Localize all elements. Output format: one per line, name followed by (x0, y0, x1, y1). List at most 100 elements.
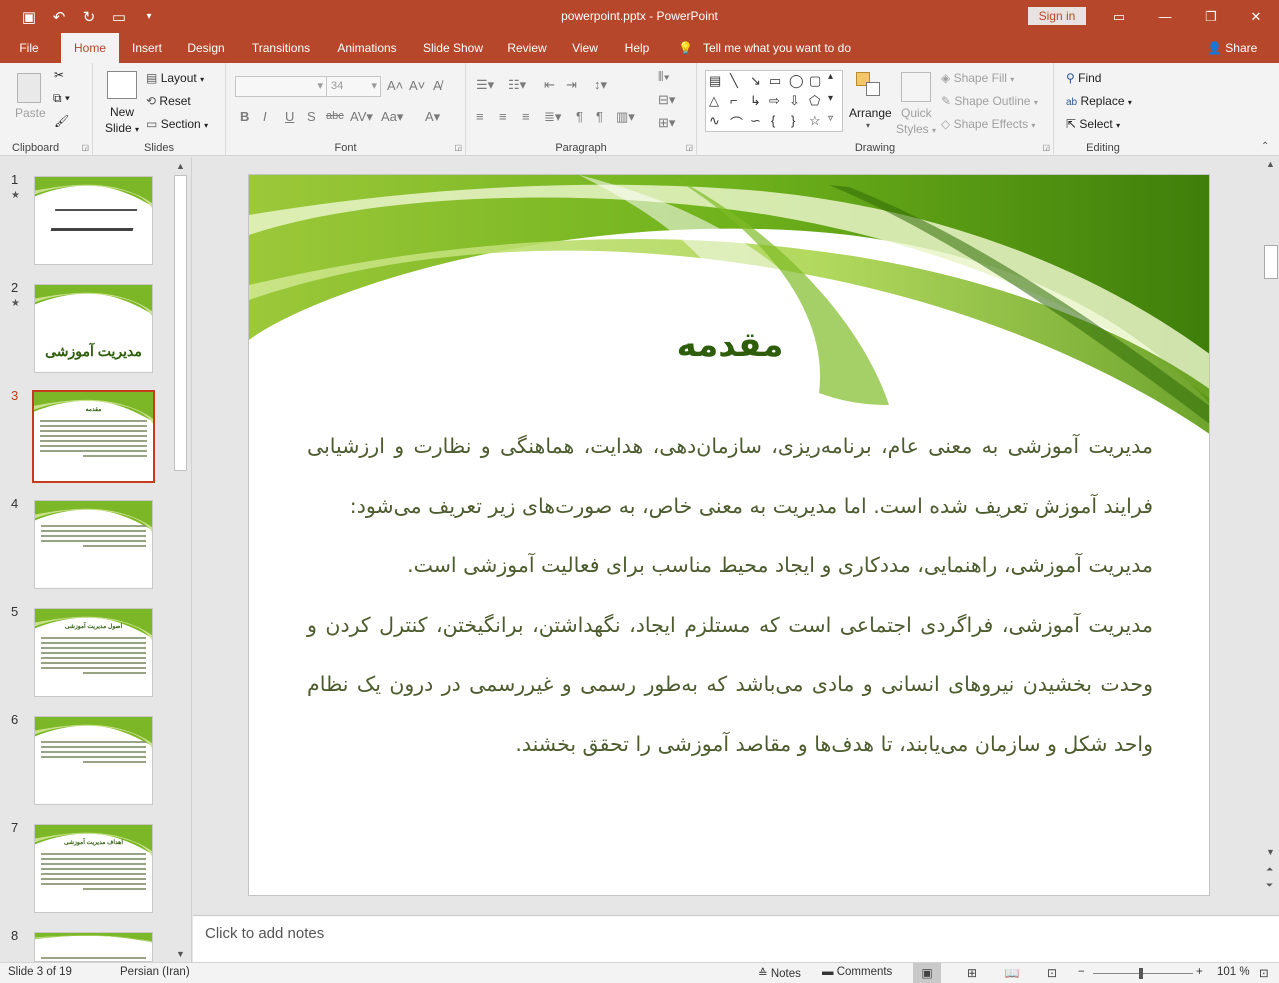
minimize-button[interactable]: — (1142, 0, 1188, 33)
increase-indent-icon[interactable]: ⇥ (566, 77, 577, 93)
slide-thumbnail[interactable]: اهداف مدیریت آموزشی (34, 824, 153, 913)
slide-sorter-icon[interactable]: ⊞ (958, 963, 986, 983)
thumbnails-scrollbar[interactable]: ▲ ▼ (173, 161, 188, 961)
font-launcher-icon[interactable]: ◲ (454, 143, 462, 152)
align-left-icon[interactable]: ≡ (476, 109, 484, 124)
curve-shape-icon[interactable]: ∽ (750, 113, 761, 129)
font-name-combo[interactable]: ▾ (235, 76, 327, 97)
previous-slide-icon[interactable]: ⏶ (1266, 864, 1273, 875)
layout-button[interactable]: ▤ Layout ▾ (146, 71, 204, 85)
section-button[interactable]: ▭ Section ▾ (146, 117, 208, 131)
slide-thumbnail[interactable] (34, 176, 153, 265)
rounded-rect-shape-icon[interactable]: ▢ (809, 73, 821, 89)
share-button[interactable]: 👤 Share (1207, 33, 1257, 63)
reading-view-icon[interactable]: 📖 (998, 963, 1026, 983)
notes-toggle[interactable]: ≙ Notes (758, 966, 801, 980)
language-indicator[interactable]: Persian (Iran) (120, 966, 190, 978)
zoom-slider-thumb[interactable] (1139, 968, 1143, 979)
slide-canvas[interactable]: مقدمه مدیریت آموزشی به معنی عام، برنامه‌… (248, 174, 1210, 896)
maximize-button[interactable]: ❐ (1188, 0, 1234, 33)
rtl-icon[interactable]: ¶ (596, 109, 603, 124)
paste-icon[interactable] (17, 73, 41, 103)
drawing-launcher-icon[interactable]: ◲ (1042, 143, 1050, 152)
italic-icon[interactable]: I (263, 109, 267, 124)
shadow-icon[interactable]: S (307, 109, 316, 124)
change-case-icon[interactable]: Aa▾ (381, 109, 403, 125)
zoom-out-button[interactable]: − (1078, 966, 1085, 978)
columns-icon[interactable]: ▥▾ (616, 109, 635, 125)
shape-effects-button[interactable]: ◇ Shape Effects ▾ (941, 117, 1035, 131)
slide-title[interactable]: مقدمه (249, 325, 1209, 365)
notes-pane[interactable]: Click to add notes (193, 915, 1279, 962)
ribbon-display-options-icon[interactable]: ▭ (1096, 0, 1142, 33)
star-shape-icon[interactable]: ☆ (809, 113, 821, 129)
shrink-font-icon[interactable]: A˅ (409, 78, 425, 93)
quick-styles-button[interactable]: Styles ▾ (896, 122, 936, 136)
slide-show-icon[interactable]: ⊡ (1038, 963, 1066, 983)
shapes-gallery[interactable]: ▤ ╲ ↘ ▭ ◯ ▢ △ ⌐ ↳ ⇨ ⇩ ⬠ ∿ ⌒ ∽ { } ☆ ▴ ▾ … (705, 70, 843, 132)
slide-thumbnail[interactable] (34, 932, 153, 962)
replace-button[interactable]: ab Replace ▾ (1066, 94, 1132, 108)
character-spacing-icon[interactable]: AV▾ (350, 109, 373, 125)
slide-thumbnail[interactable] (34, 500, 153, 589)
align-right-icon[interactable]: ≡ (522, 109, 530, 124)
smartart-icon[interactable]: ⊞▾ (658, 115, 675, 131)
tab-transitions[interactable]: Transitions (244, 33, 318, 63)
scroll-down-icon[interactable]: ▼ (1266, 847, 1275, 857)
freeform-shape-icon[interactable]: ∿ (709, 113, 720, 129)
arrow-shape-icon[interactable]: ↘ (750, 73, 761, 89)
arc-shape-icon[interactable]: ⌒ (730, 113, 743, 132)
text-direction-icon[interactable]: ⫴▾ (658, 69, 670, 85)
close-button[interactable]: ✕ (1233, 0, 1279, 33)
cut-icon[interactable]: ✂ (54, 68, 64, 82)
textbox-shape-icon[interactable]: ▤ (709, 73, 721, 89)
zoom-level[interactable]: 101 % (1217, 966, 1250, 978)
sign-in-button[interactable]: Sign in (1028, 7, 1086, 25)
justify-icon[interactable]: ≣▾ (544, 109, 561, 125)
scroll-up-icon[interactable]: ▲ (176, 161, 185, 171)
scroll-up-icon[interactable]: ▲ (1266, 159, 1275, 169)
new-slide-label-1[interactable]: New (110, 105, 134, 119)
tab-animations[interactable]: Animations (330, 33, 404, 63)
find-button[interactable]: ⚲ Find (1066, 71, 1101, 85)
down-arrow-shape-icon[interactable]: ⇩ (789, 93, 800, 109)
tab-review[interactable]: Review (502, 33, 552, 63)
connector-shape-icon[interactable]: ⌐ (730, 93, 738, 108)
bold-icon[interactable]: B (240, 109, 249, 124)
format-painter-icon[interactable]: 🖌 (54, 114, 69, 128)
thumbnails-scroll-thumb[interactable] (174, 175, 187, 471)
tab-file[interactable]: File (10, 33, 48, 63)
quick-styles-label-1[interactable]: Quick (901, 106, 932, 120)
font-color-icon[interactable]: A▾ (425, 109, 440, 125)
clear-formatting-icon[interactable]: A̸ (433, 78, 442, 93)
left-brace-shape-icon[interactable]: { (771, 113, 775, 128)
normal-view-icon[interactable]: ▣ (913, 963, 941, 983)
tab-view[interactable]: View (566, 33, 604, 63)
select-button[interactable]: ⇱ Select ▾ (1066, 117, 1120, 131)
triangle-shape-icon[interactable]: △ (709, 93, 719, 109)
line-spacing-icon[interactable]: ↕▾ (594, 77, 607, 93)
oval-shape-icon[interactable]: ◯ (789, 73, 804, 89)
paragraph-launcher-icon[interactable]: ◲ (685, 143, 693, 152)
ltr-icon[interactable]: ¶ (576, 109, 583, 124)
gallery-more-icon[interactable]: ▿ (828, 113, 833, 124)
elbow-arrow-shape-icon[interactable]: ↳ (750, 93, 761, 109)
right-arrow-shape-icon[interactable]: ⇨ (769, 93, 780, 109)
next-slide-icon[interactable]: ⏷ (1266, 880, 1273, 891)
slide-thumbnail[interactable]: اصول مدیریت آموزشی (34, 608, 153, 697)
scroll-down-icon[interactable]: ▼ (176, 949, 185, 959)
slide-thumbnail[interactable] (34, 716, 153, 805)
shape-fill-button[interactable]: ◈ Shape Fill ▾ (941, 71, 1014, 85)
slide-scrollbar[interactable]: ▲ ▼ ⏶ ⏷ (1263, 157, 1279, 914)
gallery-down-icon[interactable]: ▾ (828, 93, 833, 104)
slide-body-text[interactable]: مدیریت آموزشی به معنی عام، برنامه‌ریزی، … (307, 417, 1153, 774)
zoom-in-button[interactable]: + (1196, 966, 1203, 978)
paste-button[interactable]: Paste (15, 106, 46, 120)
fit-to-window-icon[interactable]: ⊡ (1259, 966, 1269, 980)
strikethrough-icon[interactable]: abc (326, 110, 344, 122)
gallery-up-icon[interactable]: ▴ (828, 71, 833, 82)
arrange-button[interactable]: Arrange (849, 106, 892, 120)
zoom-slider-track[interactable] (1093, 973, 1193, 974)
collapse-ribbon-icon[interactable]: ⌃ (1261, 141, 1269, 152)
tab-slide-show[interactable]: Slide Show (418, 33, 488, 63)
